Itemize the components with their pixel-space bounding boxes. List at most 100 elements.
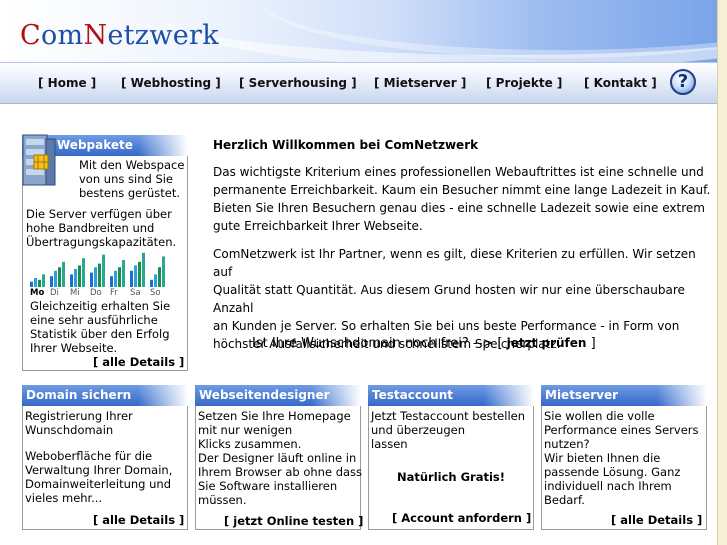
box-text-line: Domainweiterleitung und <box>25 477 171 491</box>
stats-bar <box>154 274 157 287</box>
stats-bar <box>138 261 141 287</box>
stats-bar <box>142 252 145 287</box>
stats-day-labels: Mo Di Mi Do Fr Sa So <box>30 288 170 298</box>
nav-mietserver[interactable]: [ Mietserver ] <box>374 76 466 90</box>
main-paragraph-line: Qualität statt Quantität. Aus diesem Gru… <box>213 283 685 315</box>
stats-bar <box>102 254 105 287</box>
stats-bar <box>50 276 53 287</box>
main-paragraph-line: gute Erreichbarkeit Ihrer Webseite. <box>213 219 423 233</box>
day-label: Do <box>90 288 102 298</box>
help-icon[interactable]: ? <box>670 69 696 95</box>
box-text-line: Bedarf. <box>544 493 585 507</box>
designer-box-title-text: Webseitendesigner <box>199 388 330 402</box>
logo-text-etzwerk: etzwerk <box>107 20 219 51</box>
stats-bar <box>130 270 133 287</box>
header-fade <box>138 385 188 406</box>
main-paragraph-line: Das wichtigste Kriterium eines professio… <box>213 165 704 179</box>
box-text-line: nutzen? <box>544 437 590 451</box>
nav-home[interactable]: [ Home ] <box>38 76 96 90</box>
box-text-line: vieles mehr... <box>25 491 103 505</box>
mietserver-box-text: Sie wollen die volle Performance eines S… <box>544 409 699 507</box>
logo-text-om: om <box>40 20 84 51</box>
stats-bar <box>70 274 73 287</box>
webpakete-text-1: Die Server verfügen über hohe Bandbreite… <box>26 207 176 249</box>
header-fade <box>138 135 188 156</box>
stats-bar <box>134 265 137 287</box>
header-fade <box>484 385 534 406</box>
mietserver-box-title: Mietserver <box>541 385 707 406</box>
webpakete-text-line: Ihrer Webseite. <box>30 341 118 355</box>
box-text-line: individuell nach Ihrem <box>544 479 672 493</box>
logo-letter-n: N <box>83 20 108 51</box>
webpakete-intro-line: bestens gerüstet. <box>79 186 181 200</box>
box-text-line: und überzeugen <box>371 423 465 437</box>
box-text-line: Der Designer läuft online in <box>198 451 357 465</box>
box-text-line: Sie wollen die volle <box>544 409 655 423</box>
stats-chart <box>30 252 165 287</box>
webpakete-intro-line: Mit den Webspace <box>79 158 185 172</box>
domain-check: Ist Ihre Wunschdomain noch frei? --> [ j… <box>252 336 596 351</box>
nav-projekte[interactable]: [ Projekte ] <box>486 76 562 90</box>
box-text-line: Performance eines Servers <box>544 423 699 437</box>
box-text-line: Weboberfläche für die <box>25 449 153 463</box>
day-label: So <box>150 288 161 298</box>
webpakete-text-line: hohe Bandbreiten und <box>26 221 155 235</box>
box-text-line: mit nur wenigen <box>198 423 293 437</box>
main-paragraph-line: permanente Erreichbarkeit. Kaum ein Besu… <box>213 183 711 197</box>
stats-bar <box>74 269 77 287</box>
day-label: Sa <box>130 288 141 298</box>
designer-box-text: Setzen Sie Ihre Homepage mit nur wenigen… <box>198 409 362 507</box>
stats-bar <box>162 256 165 287</box>
box-text-line: Jetzt Testaccount bestellen <box>371 409 525 423</box>
domain-bracket: [ <box>497 336 503 351</box>
box-text-line: Registrierung Ihrer <box>25 409 133 423</box>
stats-bar <box>98 263 101 287</box>
stats-bar <box>62 261 65 287</box>
box-text-line: Sie Software installieren <box>198 479 338 493</box>
online-test-link[interactable]: [ jetzt Online testen ] <box>224 514 363 528</box>
stats-bar <box>158 267 161 287</box>
domain-box-title-text: Domain sichern <box>26 388 132 402</box>
nav-bar: [ Home ] [ Webhosting ] [ Serverhousing … <box>0 62 717 104</box>
webpakete-text-line: Gleichzeitig erhalten Sie <box>30 299 171 313</box>
stats-bar <box>122 260 125 287</box>
webpakete-intro-line: von uns sind Sie <box>79 172 174 186</box>
webpakete-details-link[interactable]: [ alle Details ] <box>93 355 184 369</box>
testaccount-box-title-text: Testaccount <box>372 388 453 402</box>
header-fade <box>311 385 361 406</box>
domain-question: Ist Ihre Wunschdomain noch frei? --> <box>252 336 494 351</box>
domain-details-link[interactable]: [ alle Details ] <box>93 513 184 527</box>
webpakete-title-text: Webpakete <box>57 138 133 152</box>
stats-bar <box>38 279 41 287</box>
domain-bracket: ] <box>590 336 596 351</box>
box-text-line: Wunschdomain <box>25 423 114 437</box>
box-text-line: Klicks zusammen. <box>198 437 302 451</box>
main-paragraph-line: an Kunden je Server. So erhalten Sie bei… <box>213 319 680 333</box>
logo[interactable]: ComNetzwerk <box>20 20 219 51</box>
nav-serverhousing[interactable]: [ Serverhousing ] <box>239 76 357 90</box>
day-label: Di <box>50 288 59 298</box>
nav-kontakt[interactable]: [ Kontakt ] <box>584 76 657 90</box>
account-request-link[interactable]: [ Account anfordern ] <box>392 511 531 525</box>
webpakete-text-line: eine sehr ausführliche <box>30 313 158 327</box>
stats-bar <box>42 274 45 287</box>
day-label: Mo <box>30 288 45 298</box>
nav-webhosting[interactable]: [ Webhosting ] <box>121 76 221 90</box>
header-fade <box>657 385 707 406</box>
main-paragraph-line: Bieten Sie Ihren Besuchern genau dies - … <box>213 201 705 215</box>
webpakete-text-line: Übertragungskapazitäten. <box>26 235 177 249</box>
domain-check-link[interactable]: jetzt prüfen <box>507 336 587 350</box>
mietserver-details-link[interactable]: [ alle Details ] <box>611 513 702 527</box>
box-text-line: Setzen Sie Ihre Homepage <box>198 409 351 423</box>
stats-bar <box>114 270 117 287</box>
webpakete-text-line: Statistik über den Erfolg <box>30 327 170 341</box>
webpakete-text-line: Die Server verfügen über <box>26 207 172 221</box>
mietserver-box-title-text: Mietserver <box>545 388 619 402</box>
stats-bar <box>150 279 153 287</box>
box-text-line: lassen <box>371 437 408 451</box>
day-label: Mi <box>70 288 80 298</box>
stats-bar <box>94 267 97 287</box>
stats-bar <box>58 267 61 287</box>
stats-bar <box>34 278 37 287</box>
stats-bar <box>54 270 57 287</box>
